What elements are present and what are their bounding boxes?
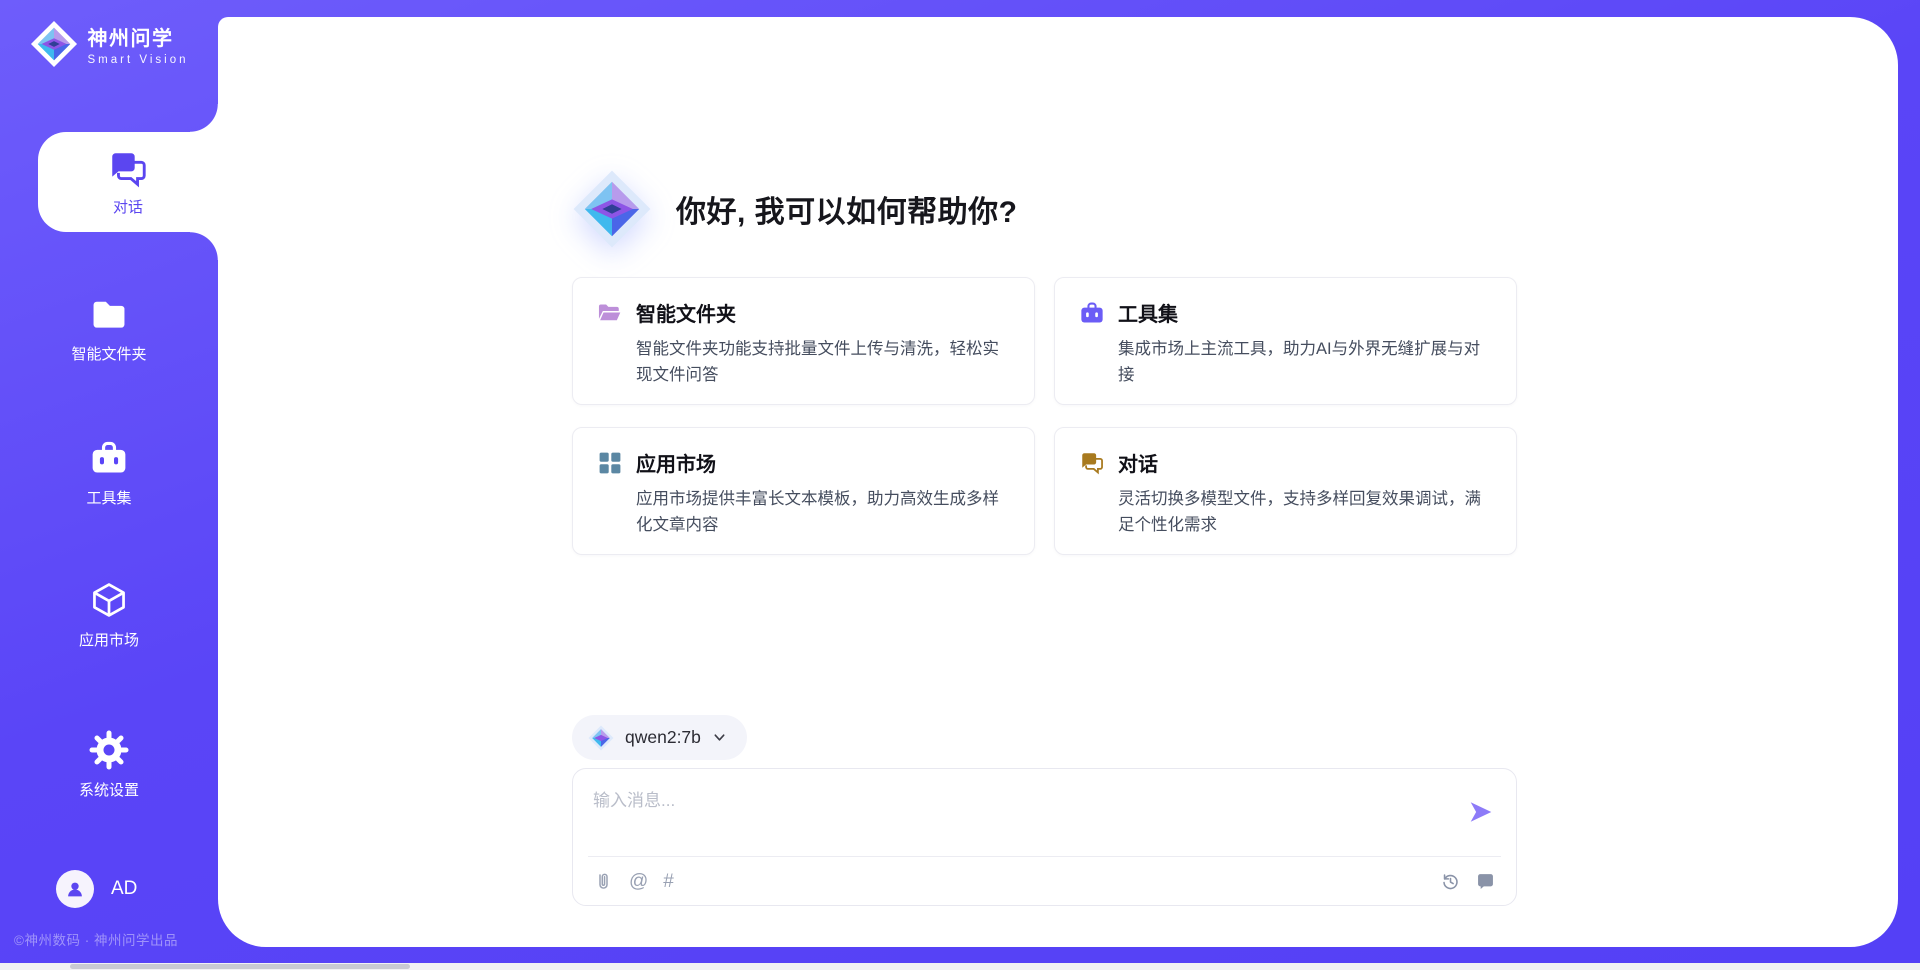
- composer-toolbar: @ #: [573, 857, 1516, 906]
- topic-button[interactable]: #: [663, 872, 674, 891]
- cube-icon: [89, 580, 129, 620]
- card-title: 智能文件夹: [636, 298, 736, 327]
- card-title: 对话: [1118, 448, 1158, 477]
- greeting-text: 你好, 我可以如何帮助你?: [676, 187, 1018, 231]
- sidebar-item-label: 应用市场: [79, 629, 139, 650]
- card-header: 应用市场: [597, 448, 1010, 477]
- folder-icon: [89, 294, 129, 334]
- at-icon: @: [629, 872, 648, 891]
- model-selector[interactable]: qwen2:7b: [572, 715, 747, 760]
- sidebar-item-label: 对话: [113, 196, 143, 217]
- sidebar-item-smart-folder[interactable]: 智能文件夹: [0, 294, 218, 364]
- chat-bubbles-icon: [107, 148, 149, 190]
- brand-subtitle: Smart Vision: [88, 54, 189, 66]
- chevron-down-icon[interactable]: [712, 730, 727, 745]
- attach-file-button[interactable]: [593, 871, 614, 892]
- card-description: 集成市场上主流工具，助力AI与外界无缝扩展与对接: [1118, 336, 1492, 389]
- app-grid-icon: [597, 450, 623, 476]
- horizontal-scrollbar[interactable]: [0, 963, 1920, 970]
- scrollbar-thumb[interactable]: [70, 964, 410, 969]
- card-header: 智能文件夹: [597, 298, 1010, 327]
- feature-cards: 智能文件夹 智能文件夹功能支持批量文件上传与清洗，轻松实现文件问答 工具集 集成…: [572, 277, 1517, 555]
- card-title: 应用市场: [636, 448, 716, 477]
- toolbox-icon: [1079, 300, 1105, 326]
- sidebar-item-chat[interactable]: 对话: [38, 132, 218, 232]
- sidebar-item-label: 工具集: [86, 487, 131, 508]
- gem-logo-icon: [30, 20, 78, 68]
- greeting: 你好, 我可以如何帮助你?: [572, 163, 1018, 255]
- content-column: 你好, 我可以如何帮助你? 智能文件夹 智能文件夹功能支持批量文件上传与清洗，轻…: [572, 17, 1517, 947]
- user-account[interactable]: AD: [56, 870, 137, 908]
- composer-right-tools: [1440, 871, 1496, 892]
- brand-text: 神州问学 Smart Vision: [88, 22, 189, 66]
- app-root: { "brand": { "name": "神州问学", "subtitle":…: [0, 0, 1920, 970]
- toolbox-icon: [89, 438, 129, 478]
- card-description: 应用市场提供丰富长文本模板，助力高效生成多样化文章内容: [636, 486, 1010, 539]
- card-smart-folder[interactable]: 智能文件夹 智能文件夹功能支持批量文件上传与清洗，轻松实现文件问答: [572, 277, 1035, 405]
- model-name: qwen2:7b: [625, 727, 701, 748]
- send-button[interactable]: [1468, 799, 1494, 825]
- hash-icon: #: [663, 872, 674, 891]
- chat-bubbles-icon: [1079, 450, 1105, 476]
- card-description: 智能文件夹功能支持批量文件上传与清洗，轻松实现文件问答: [636, 336, 1010, 389]
- history-button[interactable]: [1440, 871, 1461, 892]
- history-icon: [1440, 871, 1461, 892]
- sidebar-item-label: 智能文件夹: [71, 343, 146, 364]
- avatar: [56, 870, 94, 908]
- main-panel: 你好, 我可以如何帮助你? 智能文件夹 智能文件夹功能支持批量文件上传与清洗，轻…: [218, 17, 1898, 947]
- card-chat[interactable]: 对话 灵活切换多模型文件，支持多样回复效果调试，满足个性化需求: [1054, 427, 1517, 555]
- message-input[interactable]: [573, 769, 1446, 855]
- card-header: 对话: [1079, 448, 1492, 477]
- gem-greeting-icon: [572, 163, 652, 255]
- new-chat-button[interactable]: [1475, 871, 1496, 892]
- card-toolkit[interactable]: 工具集 集成市场上主流工具，助力AI与外界无缝扩展与对接: [1054, 277, 1517, 405]
- card-description: 灵活切换多模型文件，支持多样回复效果调试，满足个性化需求: [1118, 486, 1492, 539]
- sidebar-item-app-market[interactable]: 应用市场: [0, 580, 218, 650]
- brand-logo: 神州问学 Smart Vision: [0, 20, 218, 68]
- gear-icon: [89, 730, 129, 770]
- message-icon: [1475, 871, 1496, 892]
- person-icon: [64, 878, 86, 900]
- card-app-market[interactable]: 应用市场 应用市场提供丰富长文本模板，助力高效生成多样化文章内容: [572, 427, 1035, 555]
- sidebar-item-toolkit[interactable]: 工具集: [0, 438, 218, 508]
- brand-name: 神州问学: [88, 22, 189, 51]
- copyright-text: ©神州数码 · 神州问学出品: [14, 929, 178, 949]
- sidebar-item-label: 系统设置: [79, 779, 139, 800]
- card-title: 工具集: [1118, 298, 1178, 327]
- message-composer: @ #: [572, 768, 1517, 906]
- paperclip-icon: [593, 871, 614, 892]
- folder-open-icon: [597, 300, 623, 326]
- composer-left-tools: @ #: [593, 871, 674, 892]
- send-icon: [1468, 799, 1494, 825]
- card-header: 工具集: [1079, 298, 1492, 327]
- gem-model-icon: [588, 725, 614, 751]
- mention-button[interactable]: @: [629, 872, 648, 891]
- user-initials: AD: [111, 878, 137, 900]
- sidebar-item-settings[interactable]: 系统设置: [0, 730, 218, 800]
- sidebar: 神州问学 Smart Vision 对话 智能文件夹 工具集: [0, 0, 218, 970]
